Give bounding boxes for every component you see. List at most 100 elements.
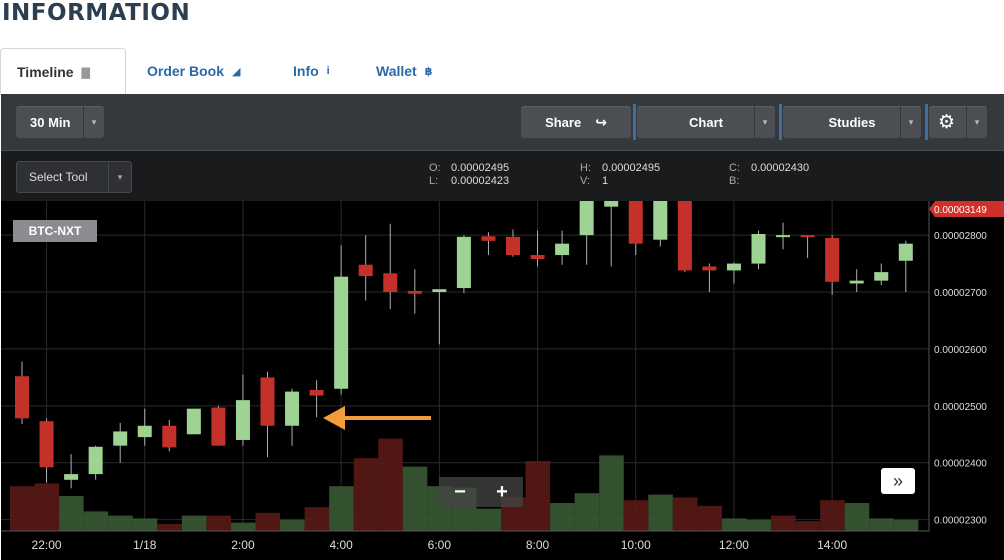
tab-wallet-label: Wallet (376, 63, 417, 79)
zoom-in-button[interactable]: + (496, 481, 508, 504)
info-icon: i (326, 65, 330, 77)
tab-order-book[interactable]: Order Book ◢ (147, 48, 240, 94)
y-tick-label: 0.00002600 (934, 345, 987, 356)
x-tick-label: 2:00 (231, 538, 255, 552)
candle-body (113, 431, 128, 446)
chevron-down-icon: ▾ (108, 162, 131, 192)
high-value: 0.00002495 (602, 162, 661, 174)
x-tick-label: 12:00 (719, 538, 749, 552)
candle-body (776, 235, 791, 238)
info-bar: Select Tool ▾ O: 0.00002495 L: 0.00002423 … (1, 151, 1004, 201)
volume-bar (378, 438, 403, 531)
volume-bar (844, 503, 870, 531)
candle-body (579, 201, 594, 236)
candle-body (162, 425, 177, 448)
select-tool-dropdown[interactable]: Select Tool ▾ (16, 161, 132, 193)
candle-body (481, 236, 496, 241)
tab-order-book-label: Order Book (147, 63, 225, 79)
candle-body (555, 243, 570, 256)
select-tool-label: Select Tool (29, 170, 88, 184)
tab-bar: Timeline ▇ Order Book ◢ Info i Wallet ฿ (0, 48, 1004, 95)
x-tick-label: 10:00 (621, 538, 651, 552)
time-axis: 22:00 1/18 2:00 4:00 6:00 8:00 10:00 12:00 14:00 (1, 530, 929, 552)
candle-body (137, 425, 152, 438)
toolbar-divider (633, 104, 636, 140)
volume-bar (771, 515, 796, 531)
volume-bar (34, 483, 60, 531)
b-key: B: (729, 175, 740, 187)
settings-button[interactable]: ⚙ ▾ (929, 106, 987, 138)
close-value: 0.00002430 (751, 162, 810, 174)
candle-body (628, 201, 643, 244)
chevron-down-icon: ▾ (754, 106, 775, 138)
volume-bar (574, 493, 600, 531)
volume-bar (402, 466, 428, 531)
ohlc-close: C: 0.00002430 B: (729, 162, 809, 188)
volume-bar (623, 500, 649, 531)
low-value: 0.00002423 (451, 175, 510, 187)
chart-type-dropdown[interactable]: Chart ▾ (637, 106, 775, 138)
toolbar-divider (925, 104, 928, 140)
x-tick-label: 6:00 (428, 538, 452, 552)
high-key: H: (580, 162, 591, 174)
zoom-out-button[interactable]: − (454, 481, 466, 504)
candle-body (260, 377, 275, 426)
zoom-controls: − + (439, 477, 523, 507)
price-axis: 0.00002800 0.00002700 0.00002600 0.00002500… (928, 201, 1004, 531)
volume-bar (820, 500, 845, 531)
chevron-down-icon: ▾ (900, 106, 921, 138)
expand-button[interactable]: » (881, 468, 915, 494)
chart-toolbar: 30 Min ▾ Share ↪ Chart ▾ Studies ▾ ⚙ ▾ (1, 94, 1004, 151)
candle-body (653, 201, 668, 240)
tab-timeline[interactable]: Timeline ▇ (0, 48, 126, 95)
low-key: L: (429, 175, 439, 187)
volume-bar (59, 496, 84, 531)
interval-dropdown[interactable]: 30 Min ▾ (16, 106, 104, 138)
volume-bar (329, 486, 354, 531)
candle-body (530, 255, 545, 260)
share-icon: ↪ (595, 113, 607, 130)
studies-dropdown[interactable]: Studies ▾ (783, 106, 921, 138)
candle-body (39, 421, 54, 468)
x-tick-label: 14:00 (817, 538, 847, 552)
candle-body (849, 280, 864, 284)
tab-wallet[interactable]: Wallet ฿ (376, 48, 432, 94)
candle-body (235, 400, 250, 440)
candle-body (726, 263, 741, 271)
open-key: O: (429, 162, 441, 174)
candle-body (874, 272, 889, 281)
volume-bar (83, 511, 109, 531)
volume-bar (157, 524, 182, 531)
chart-widget: 30 Min ▾ Share ↪ Chart ▾ Studies ▾ ⚙ ▾ S… (1, 94, 1004, 560)
candle-body (800, 235, 815, 238)
candle-body (358, 264, 373, 277)
double-chevron-right-icon: » (892, 470, 903, 491)
candle-body (432, 289, 447, 293)
volume-bar (697, 505, 722, 531)
ohlc-open-low: O: 0.00002495 L: 0.00002423 (429, 162, 509, 188)
y-tick-label: 0.00002800 (934, 231, 987, 242)
ohlc-high-volume: H: 0.00002495 V: 1 (580, 162, 660, 188)
candle-body (825, 237, 840, 282)
volume-bar (869, 518, 894, 531)
page-title: INFORMATION (2, 0, 191, 26)
tab-info-label: Info (293, 63, 319, 79)
volume-value: 1 (602, 175, 609, 187)
volume-bar (230, 522, 256, 531)
candle-body (186, 408, 201, 435)
tab-info[interactable]: Info i (293, 48, 330, 94)
bitcoin-icon: ฿ (424, 65, 433, 78)
volume-bar (599, 455, 624, 531)
area-chart-icon: ◢ (232, 65, 241, 78)
volume-bar (353, 458, 379, 531)
volume-bar (795, 521, 821, 531)
candle-body (677, 201, 692, 271)
share-button[interactable]: Share ↪ (521, 106, 631, 138)
volume-bar (746, 519, 772, 531)
close-key: C: (729, 162, 740, 174)
last-price-label: 0.00003149 (934, 205, 987, 216)
x-tick-label: 22:00 (32, 538, 62, 552)
volume-bar (108, 515, 133, 531)
volume-bar (893, 519, 919, 531)
volume-bar (181, 515, 207, 531)
